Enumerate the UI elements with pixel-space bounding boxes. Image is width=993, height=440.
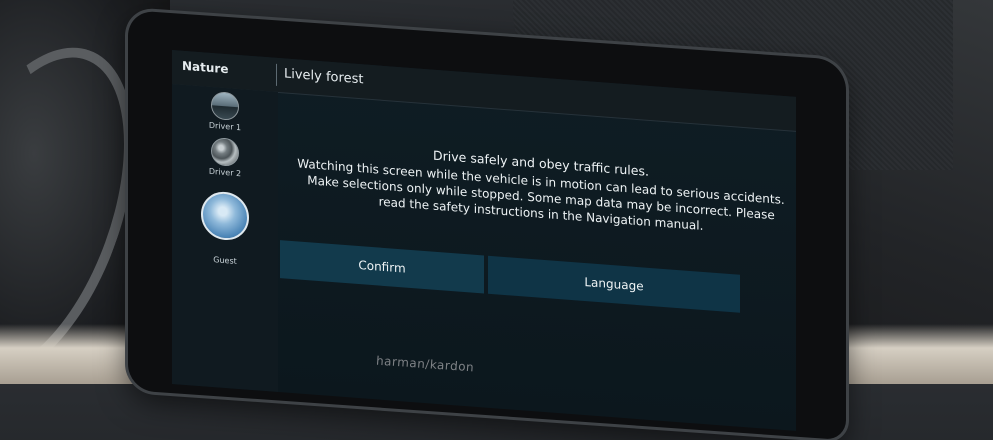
- profile-label: Driver 2: [208, 166, 242, 179]
- sky-avatar-icon: [201, 190, 249, 242]
- infotainment-screen: Nature Lively forest Driver 1 Driver 2 G…: [172, 50, 796, 431]
- theme-label[interactable]: Nature: [182, 59, 228, 76]
- safety-notice: Drive safely and obey traffic rules. Wat…: [294, 137, 788, 240]
- profile-label: Guest: [213, 255, 237, 266]
- profile-driver-2[interactable]: Driver 2: [172, 134, 278, 181]
- scene-label[interactable]: Lively forest: [284, 66, 363, 87]
- language-button[interactable]: Language: [488, 255, 740, 313]
- confirm-button[interactable]: Confirm: [280, 240, 484, 294]
- profile-driver-1[interactable]: Driver 1: [172, 88, 278, 135]
- landscape-avatar-icon: [211, 90, 239, 122]
- topbar-divider: [276, 63, 277, 86]
- profile-sidebar: Driver 1 Driver 2 Guest: [172, 84, 278, 392]
- profile-label: Driver 1: [208, 120, 242, 133]
- profile-guest[interactable]: Guest: [172, 188, 278, 269]
- action-bar: Confirm Language: [280, 240, 796, 339]
- abstract-avatar-icon: [211, 136, 239, 168]
